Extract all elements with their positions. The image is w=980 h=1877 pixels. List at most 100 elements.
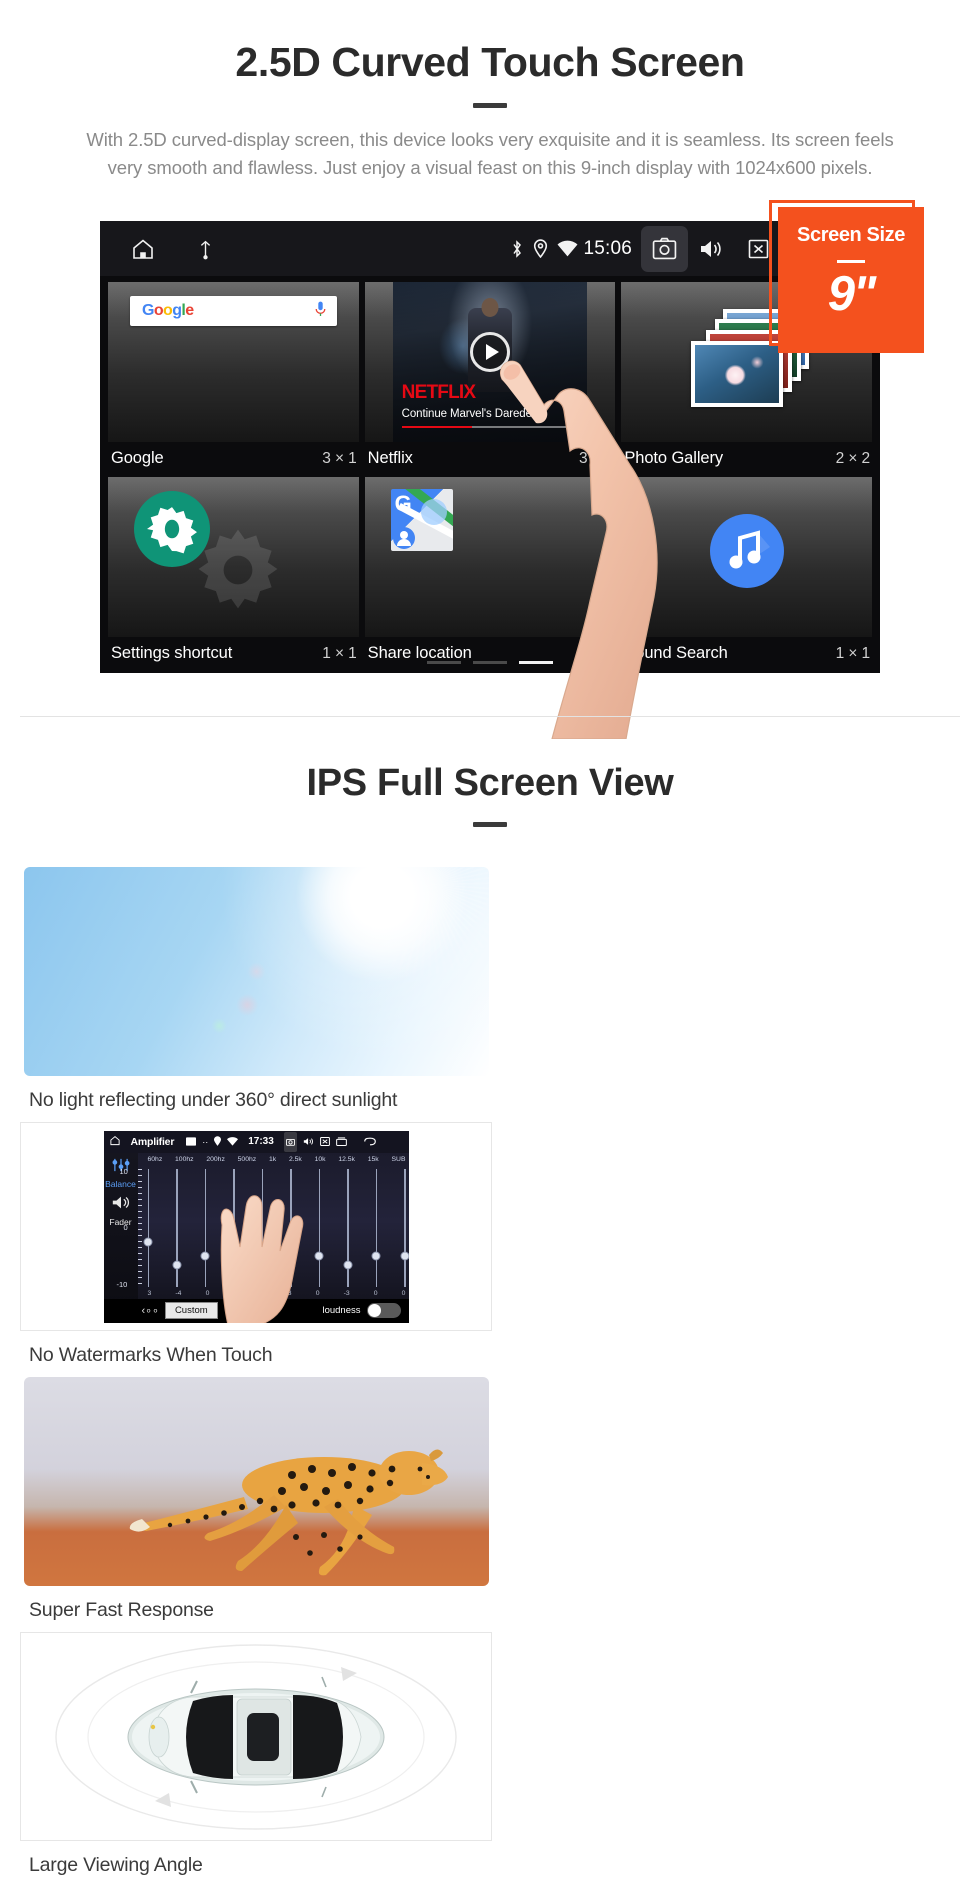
widget-label: Netflix [367,449,413,467]
band-value: -4 [175,1289,182,1297]
widget-size: 2 × 2 [835,449,871,467]
band-value: 0 [205,1289,210,1297]
feature-card-caption: Super Fast Response [29,1599,214,1621]
screen-size-badge-label: Screen Size [797,224,905,246]
netflix-progress-bar [401,425,579,428]
settings-shortcut-widget[interactable] [108,477,359,637]
gallery-icon[interactable] [186,1133,197,1151]
google-logo: Google [142,302,194,319]
widget-size: 3 × 2 [578,449,614,467]
back-arrow-icon[interactable] [363,1133,377,1151]
gallery-photo-blossom [690,341,783,407]
widget-label: Sound Search [624,644,728,662]
status-bar: 15:06 [100,221,880,276]
widget-label: Settings shortcut [111,644,233,662]
feature-card-fast-response: Super Fast Response [20,1377,492,1622]
eq-slider[interactable] [400,1168,409,1287]
band-label: 12.5k [338,1155,355,1163]
band-label: 100hz [175,1155,194,1163]
page-title: 2.5D Curved Touch Screen [235,39,745,85]
page-indicator[interactable] [427,661,553,664]
wifi-icon[interactable] [557,240,578,257]
page-dot-2[interactable] [473,661,507,664]
location-icon[interactable] [533,239,548,258]
eq-slider[interactable] [143,1168,153,1287]
android-device-screen: 15:06 Google Google 3 × 1 NETFLIX Contin… [100,221,880,739]
band-value: 0 [373,1289,378,1297]
widget-item-netflix[interactable]: NETFLIX Continue Marvel's Daredevil Netf… [364,282,616,477]
widget-item-google[interactable]: Google Google 3 × 1 [108,282,359,477]
volume-icon[interactable] [303,1133,314,1151]
section-curved-touch-screen: 2.5D Curved Touch Screen With 2.5D curve… [0,0,980,739]
title-underline-rule [473,102,507,108]
google-maps-icon[interactable]: G [390,489,453,551]
amplifier-equalizer-screen: Amplifier ·· 17:33 Balance Fader 10 0 -1… [103,1130,409,1323]
widget-label: Google [111,449,164,467]
feature-card-caption: Large Viewing Angle [29,1854,203,1876]
page-description: With 2.5D curved-display screen, this de… [86,128,894,179]
widget-item-sound-search[interactable]: Sound Search 1 × 1 [621,477,873,672]
screen-size-badge: Screen Size 9" [778,207,924,353]
widget-item-settings-shortcut[interactable]: Settings shortcut 1 × 1 [108,477,359,672]
feature-card-caption: No Watermarks When Touch [29,1344,273,1366]
camera-icon[interactable] [283,1131,297,1152]
recent-apps-icon[interactable] [335,1133,347,1151]
car-top-view-illustration [41,1634,471,1839]
volume-icon[interactable] [688,226,735,272]
axis-label-top: 10 [119,1166,128,1176]
eq-slider[interactable] [371,1168,381,1287]
usb-icon[interactable] [198,238,213,260]
widget-item-share-location[interactable]: G Share location 1 × 1 [364,477,616,672]
hand-on-equalizer-illustration [220,1194,303,1323]
settings-gear-icon[interactable] [134,491,210,567]
netflix-widget[interactable]: NETFLIX Continue Marvel's Daredevil [364,282,616,442]
band-label: 15k [367,1155,379,1163]
music-note-icon[interactable] [709,513,784,588]
close-icon[interactable] [319,1133,330,1151]
band-value: 0 [315,1289,320,1297]
axis-label-bottom: -10 [116,1279,128,1289]
sound-search-widget[interactable] [621,477,873,637]
mic-icon[interactable] [315,301,326,322]
band-label: 500hz [237,1155,257,1163]
eq-slider[interactable] [172,1168,182,1287]
more-icon[interactable]: ·· [202,1137,208,1147]
band-label: 2.5k [288,1155,302,1163]
google-search-widget[interactable]: Google [108,282,359,442]
netflix-character-head [481,298,499,317]
eq-slider[interactable] [343,1168,353,1287]
loudness-toggle[interactable] [366,1303,401,1318]
band-value: 3 [147,1289,152,1297]
google-search-bar[interactable]: Google [130,296,337,326]
section2-title: IPS Full Screen View [306,762,674,804]
widget-size: 1 × 1 [835,644,871,662]
bluetooth-icon[interactable] [510,239,524,259]
share-location-widget[interactable]: G [364,477,616,637]
home-icon[interactable] [130,237,156,261]
location-icon[interactable] [214,1133,222,1151]
play-icon[interactable] [470,332,510,373]
page-dot-1[interactable] [427,661,461,664]
camera-icon[interactable] [641,225,688,272]
widget-size: 1 × 1 [322,644,357,662]
page-dot-3[interactable] [519,661,553,664]
eq-slider[interactable] [200,1168,210,1287]
widget-size: 1 × 1 [578,644,614,662]
eq-slider[interactable] [314,1168,324,1287]
status-bar-clock: 15:06 [583,237,632,259]
custom-preset-button[interactable]: Custom [164,1302,218,1319]
axis-label-mid: 0 [123,1222,128,1232]
loudness-label: loudness [322,1305,361,1316]
amplifier-title: Amplifier [130,1135,175,1148]
feature-card-viewing-angle: Large Viewing Angle [20,1632,492,1877]
running-cheetah-photo [23,1377,489,1586]
amplifier-band-labels: 60hz 100hz 200hz 500hz 1k 2.5k 10k 12.5k… [148,1156,406,1163]
netflix-subtitle: Continue Marvel's Daredevil [401,408,543,420]
screen-size-badge-rule [837,260,865,263]
prev-preset-icon[interactable]: ‹∘∘ [142,1304,159,1317]
band-label: 200hz [206,1155,225,1163]
band-label: 60hz [147,1155,163,1163]
blue-sky-sunlight-photo [23,867,489,1076]
home-icon[interactable] [109,1133,121,1151]
wifi-icon[interactable] [227,1133,239,1151]
